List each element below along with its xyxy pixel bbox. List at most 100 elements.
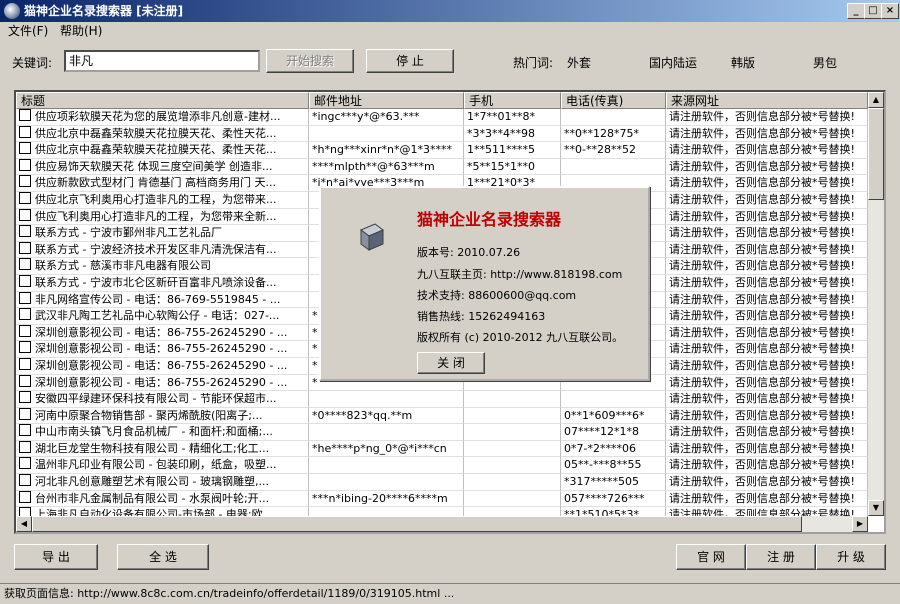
menu-help[interactable]: 帮助(H) [60, 22, 102, 40]
row-checkbox[interactable] [19, 407, 31, 420]
column-header-source[interactable]: 来源网址 [666, 92, 868, 109]
menu-file[interactable]: 文件(F) [8, 22, 48, 40]
row-checkbox[interactable] [19, 474, 31, 487]
cell-source: 请注册软件，否则信息部分被*号替换! [666, 374, 868, 392]
close-button[interactable]: × [881, 3, 899, 19]
cell-source: 请注册软件，否则信息部分被*号替换! [666, 490, 868, 508]
cell-text: *3*3**4**98 [467, 126, 535, 140]
row-checkbox[interactable] [19, 341, 31, 354]
table-row[interactable]: 温州非凡印业有限公司 - 包装印刷，纸盒，吸塑... 05**-***8**55 请… [16, 457, 868, 475]
row-checkbox[interactable] [19, 291, 31, 304]
app-icon[interactable] [4, 3, 20, 19]
cell-text: 请注册软件，否则信息部分被*号替换! [669, 425, 855, 439]
cell-source: 请注册软件，否则信息部分被*号替换! [666, 241, 868, 259]
column-header-title[interactable]: 标题 [16, 92, 309, 109]
scroll-up-arrow-icon[interactable]: ▲ [868, 92, 884, 108]
about-version: 版本号: 2010.07.26 [417, 246, 521, 259]
title-bar[interactable]: 猫神企业名录搜索器 [未注册] _ □ × [0, 0, 900, 22]
row-checkbox[interactable] [19, 357, 31, 370]
row-checkbox[interactable] [19, 324, 31, 337]
vertical-scrollbar[interactable]: ▲ ▼ [868, 92, 884, 516]
upgrade-button[interactable]: 升 级 [816, 544, 886, 570]
status-bar: 获取页面信息: http://www.8c8c.com.cn/tradeinfo… [0, 583, 900, 604]
table-row[interactable]: 供应北京中磊鑫荣软膜天花拉膜天花、柔性天花... *3*3**4**98 **0**… [16, 125, 868, 143]
cell-text: 请注册软件，否则信息部分被*号替换! [669, 309, 855, 323]
cell-phone: 0**1*609***6* [561, 407, 666, 425]
table-row[interactable]: 河南中原聚合物销售部 - 聚丙烯酰胺(阳离子;... *0****823*qq.*… [16, 407, 868, 425]
cell-mobile: 1*7**01**8* [464, 109, 561, 126]
hot-word-link[interactable]: 韩版 [731, 54, 755, 71]
minimize-button[interactable]: _ [847, 3, 865, 19]
column-header-mobile[interactable]: 手机 [464, 92, 561, 109]
row-checkbox[interactable] [19, 142, 31, 155]
cell-text: * [312, 375, 318, 389]
row-checkbox[interactable] [19, 109, 31, 121]
column-header-email[interactable]: 邮件地址 [309, 92, 464, 109]
stop-button[interactable]: 停 止 [366, 49, 454, 73]
row-checkbox[interactable] [19, 241, 31, 254]
cell-text: 温州非凡印业有限公司 - 包装印刷，纸盒，吸塑... [35, 458, 277, 472]
row-checkbox[interactable] [19, 391, 31, 404]
export-button[interactable]: 导 出 [14, 544, 98, 570]
scroll-down-arrow-icon[interactable]: ▼ [868, 500, 884, 516]
start-search-button[interactable]: 开始搜索 [266, 49, 354, 73]
cell-title: 台州市非凡金属制品有限公司 - 水泵阀叶轮;开... [16, 490, 309, 508]
table-row[interactable]: 湖北巨龙堂生物科技有限公司 - 精细化工;化工... *he****p*ng_0*… [16, 440, 868, 458]
cell-mobile: 1**511****5 [464, 142, 561, 159]
scroll-right-arrow-icon[interactable]: ▶ [852, 516, 868, 532]
register-button[interactable]: 注 册 [746, 544, 816, 570]
about-close-button[interactable]: 关 闭 [417, 352, 485, 374]
vertical-scroll-thumb[interactable] [868, 108, 884, 200]
horizontal-scrollbar[interactable]: ◀ ▶ [16, 516, 868, 532]
column-header-phone[interactable]: 电话(传真) [561, 92, 666, 109]
about-title: 猫神企业名录搜索器 [417, 210, 562, 229]
cell-text: *5**15*1**0 [467, 159, 535, 173]
row-checkbox[interactable] [19, 258, 31, 271]
row-checkbox[interactable] [19, 191, 31, 204]
cell-text: * [312, 325, 318, 339]
row-checkbox[interactable] [19, 208, 31, 221]
cell-title: 联系方式 - 宁波市鄞州非凡工艺礼品厂 [16, 225, 309, 242]
row-checkbox[interactable] [19, 440, 31, 453]
official-website-button[interactable]: 官 网 [676, 544, 746, 570]
cell-title: 供应北京中磊鑫荣软膜天花拉膜天花、柔性天花... [16, 125, 309, 143]
row-checkbox[interactable] [19, 175, 31, 188]
maximize-button[interactable]: □ [864, 3, 882, 19]
cell-text: 请注册软件，否则信息部分被*号替换! [669, 491, 855, 505]
cell-text: 请注册软件，否则信息部分被*号替换! [669, 209, 855, 223]
cell-title: 联系方式 - 宁波市北仑区新矸百富非凡喷涂设备... [16, 274, 309, 292]
select-all-button[interactable]: 全 选 [117, 544, 209, 570]
cell-title: 深圳创意影视公司 - 电话：86-755-26245290 - ... [16, 374, 309, 392]
about-homepage[interactable]: 九八互联主页: http://www.818198.com [417, 266, 622, 282]
row-checkbox[interactable] [19, 158, 31, 171]
row-checkbox[interactable] [19, 490, 31, 503]
cell-text: 联系方式 - 慈溪市非凡电器有限公司 [35, 259, 211, 273]
cell-source: 请注册软件，否则信息部分被*号替换! [666, 109, 868, 126]
cell-text: 0**1*609***6* [564, 408, 645, 422]
table-row[interactable]: 河北非凡创意雕塑艺术有限公司 - 玻璃钢雕塑,... *317*****505 请注… [16, 474, 868, 491]
table-row[interactable]: 中山市南头镇飞月食品机械厂 - 和面杆;和面桶;... 07****12*1*8 请… [16, 424, 868, 441]
menu-bar: 文件(F) 帮助(H) [0, 22, 900, 40]
hot-word-link[interactable]: 外套 [567, 54, 591, 71]
row-checkbox[interactable] [19, 125, 31, 138]
scroll-left-arrow-icon[interactable]: ◀ [16, 516, 32, 532]
table-row[interactable]: 供应项彩软膜天花为您的展览增添非凡创意-建材... *ingc***y*@*63.… [16, 109, 868, 126]
table-row[interactable]: 台州市非凡金属制品有限公司 - 水泵阀叶轮;开... ***n*ibing-20*… [16, 490, 868, 508]
keyword-input[interactable]: 非凡 [64, 50, 260, 72]
about-support[interactable]: 技术支持: 88600600@qq.com [417, 287, 576, 303]
row-checkbox[interactable] [19, 308, 31, 321]
row-checkbox[interactable] [19, 374, 31, 387]
table-row[interactable]: 供应易饰天软膜天花 体现三度空间美学 创造非... ****mlpth**@*63… [16, 158, 868, 176]
cell-email [309, 125, 464, 143]
horizontal-scroll-thumb[interactable] [32, 516, 802, 532]
row-checkbox[interactable] [19, 457, 31, 470]
cell-phone: **0**128*75* [561, 125, 666, 143]
hot-word-link[interactable]: 国内陆运 [649, 54, 697, 71]
hot-word-link[interactable]: 男包 [813, 54, 837, 71]
table-row[interactable]: 安徽四平绿建环保科技有限公司 - 节能环保超市... 请注册软件，否则信息部分被*… [16, 391, 868, 408]
row-checkbox[interactable] [19, 225, 31, 238]
row-checkbox[interactable] [19, 424, 31, 437]
cell-title: 供应新款欧式型材门 肯德基门 高档商务用门 天... [16, 175, 309, 192]
table-row[interactable]: 供应北京中磊鑫荣软膜天花拉膜天花、柔性天花... *h*ng***xinr*n*@… [16, 142, 868, 159]
row-checkbox[interactable] [19, 274, 31, 287]
